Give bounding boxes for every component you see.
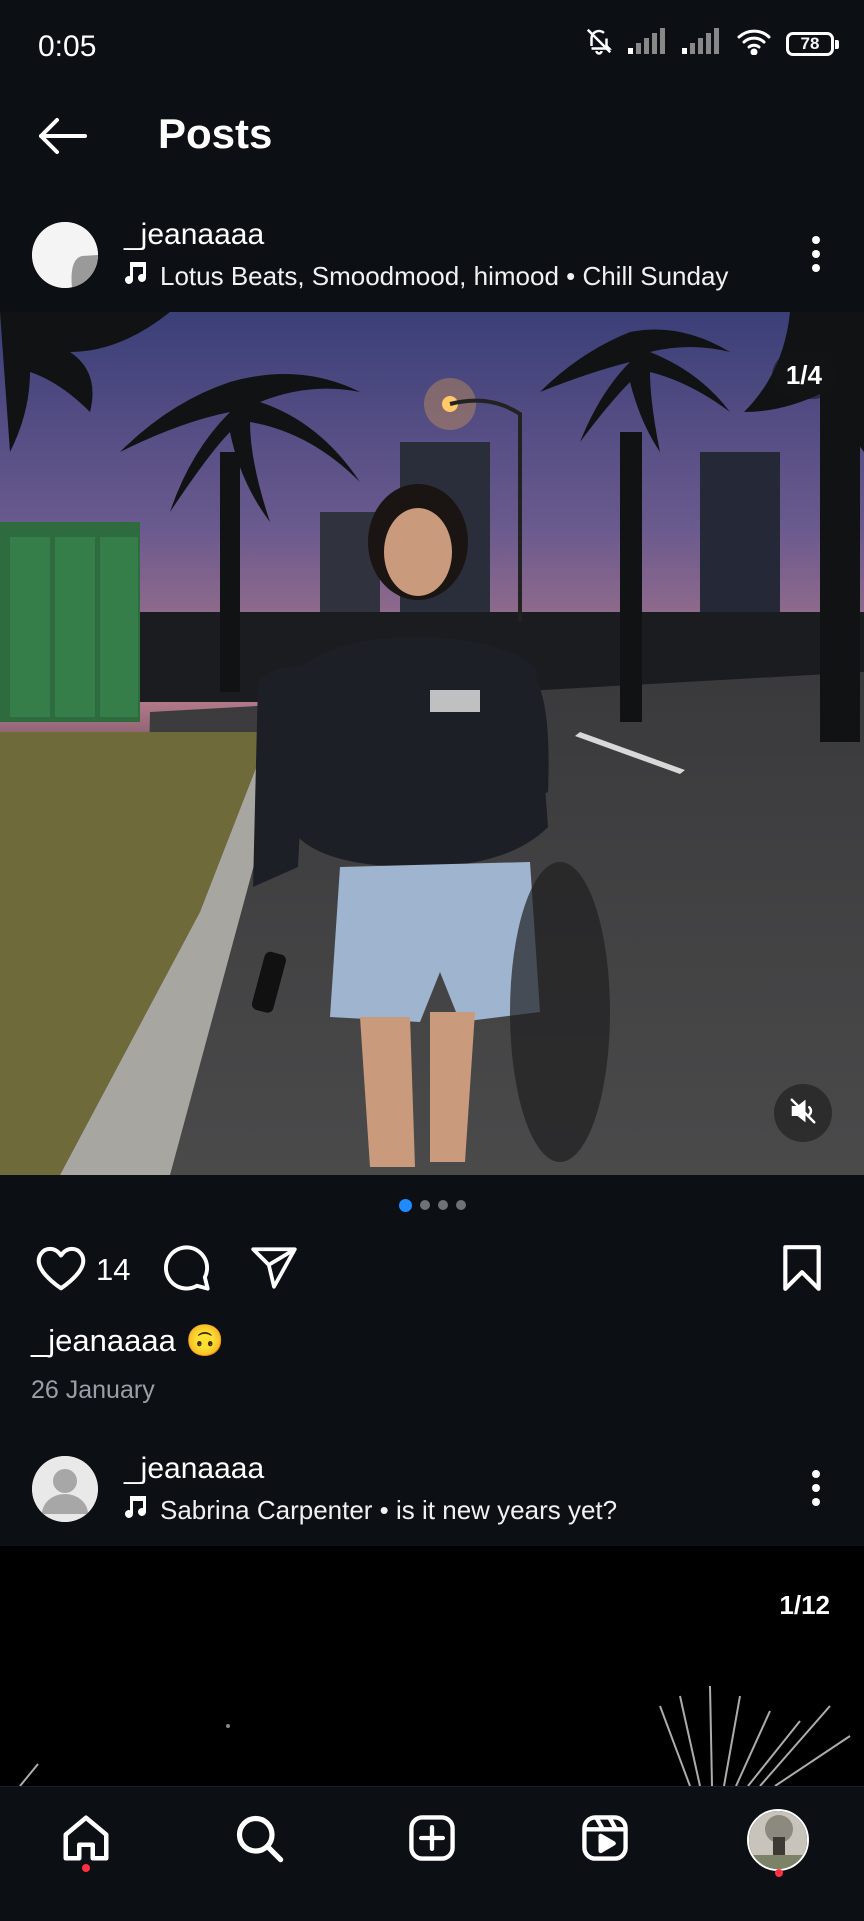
- nav-reels[interactable]: [555, 1800, 655, 1880]
- arrow-left-icon: [37, 116, 89, 161]
- post1-photo-image: [0, 312, 864, 1175]
- home-notification-dot: [82, 1864, 90, 1872]
- share-button[interactable]: [244, 1240, 304, 1300]
- back-button[interactable]: [30, 110, 96, 166]
- post2-avatar[interactable]: [32, 1456, 98, 1522]
- send-icon: [248, 1243, 300, 1298]
- post1-avatar[interactable]: [32, 222, 98, 288]
- nav-search[interactable]: [209, 1800, 309, 1880]
- caption-emoji: 🙃: [185, 1323, 225, 1358]
- post1-music-text: Lotus Beats, Smoodmood, himood • Chill S…: [160, 261, 729, 291]
- post2-music[interactable]: Sabrina Carpenter • is it new years yet?: [124, 1494, 617, 1527]
- like-button[interactable]: [30, 1240, 92, 1300]
- carousel-dot: [437, 1200, 448, 1210]
- caption-username[interactable]: _jeanaaaa: [31, 1323, 176, 1359]
- nav-create[interactable]: [382, 1800, 482, 1880]
- reels-icon: [579, 1812, 631, 1869]
- carousel-dot: [455, 1200, 466, 1210]
- bell-muted-icon: [584, 26, 614, 61]
- battery-icon: 78: [786, 31, 839, 56]
- post1-photo[interactable]: 1/4: [0, 312, 864, 1175]
- profile-notification-dot: [775, 1869, 783, 1877]
- save-button[interactable]: [772, 1240, 832, 1300]
- status-bar: 0:05 78: [0, 0, 864, 96]
- post2-photo[interactable]: 1/12: [0, 1546, 864, 1786]
- music-note-icon: [124, 1494, 148, 1527]
- more-vertical-icon: [811, 234, 821, 279]
- create-icon: [406, 1812, 458, 1869]
- post2-music-text: Sabrina Carpenter • is it new years yet?: [160, 1495, 618, 1525]
- carousel-indicator: [0, 1199, 864, 1212]
- post1-image-counter: 1/4: [771, 352, 836, 399]
- post1-username[interactable]: _jeanaaaa: [124, 218, 264, 252]
- profile-avatar: [747, 1809, 809, 1871]
- post1-music[interactable]: Lotus Beats, Smoodmood, himood • Chill S…: [124, 260, 728, 293]
- nav-profile[interactable]: [728, 1800, 828, 1880]
- status-time: 0:05: [38, 30, 97, 63]
- like-count[interactable]: 14: [96, 1252, 130, 1288]
- speaker-muted-icon: [788, 1096, 818, 1131]
- status-icons: 78: [584, 26, 839, 61]
- page-title: Posts: [158, 110, 273, 157]
- signal-icon: [682, 28, 722, 59]
- bookmark-icon: [780, 1243, 824, 1298]
- post1-more-button[interactable]: [796, 226, 836, 286]
- post2-photo-image: [0, 1546, 864, 1786]
- music-note-icon: [124, 260, 148, 293]
- post1-date: 26 January: [31, 1376, 155, 1404]
- post2-username[interactable]: _jeanaaaa: [124, 1452, 264, 1486]
- carousel-dot-active: [398, 1199, 412, 1212]
- search-icon: [233, 1812, 285, 1869]
- post1-caption: _jeanaaaa 🙃: [31, 1322, 224, 1359]
- signal-icon: [628, 28, 668, 59]
- post2-image-counter: 1/12: [779, 1590, 830, 1620]
- more-vertical-icon: [811, 1468, 821, 1513]
- home-icon: [59, 1811, 113, 1870]
- heart-icon: [34, 1243, 88, 1298]
- carousel-dot: [419, 1200, 430, 1210]
- mute-button[interactable]: [774, 1084, 832, 1142]
- comment-button[interactable]: [156, 1240, 216, 1300]
- comment-icon: [160, 1242, 212, 1299]
- wifi-icon: [736, 27, 772, 60]
- post2-more-button[interactable]: [796, 1460, 836, 1520]
